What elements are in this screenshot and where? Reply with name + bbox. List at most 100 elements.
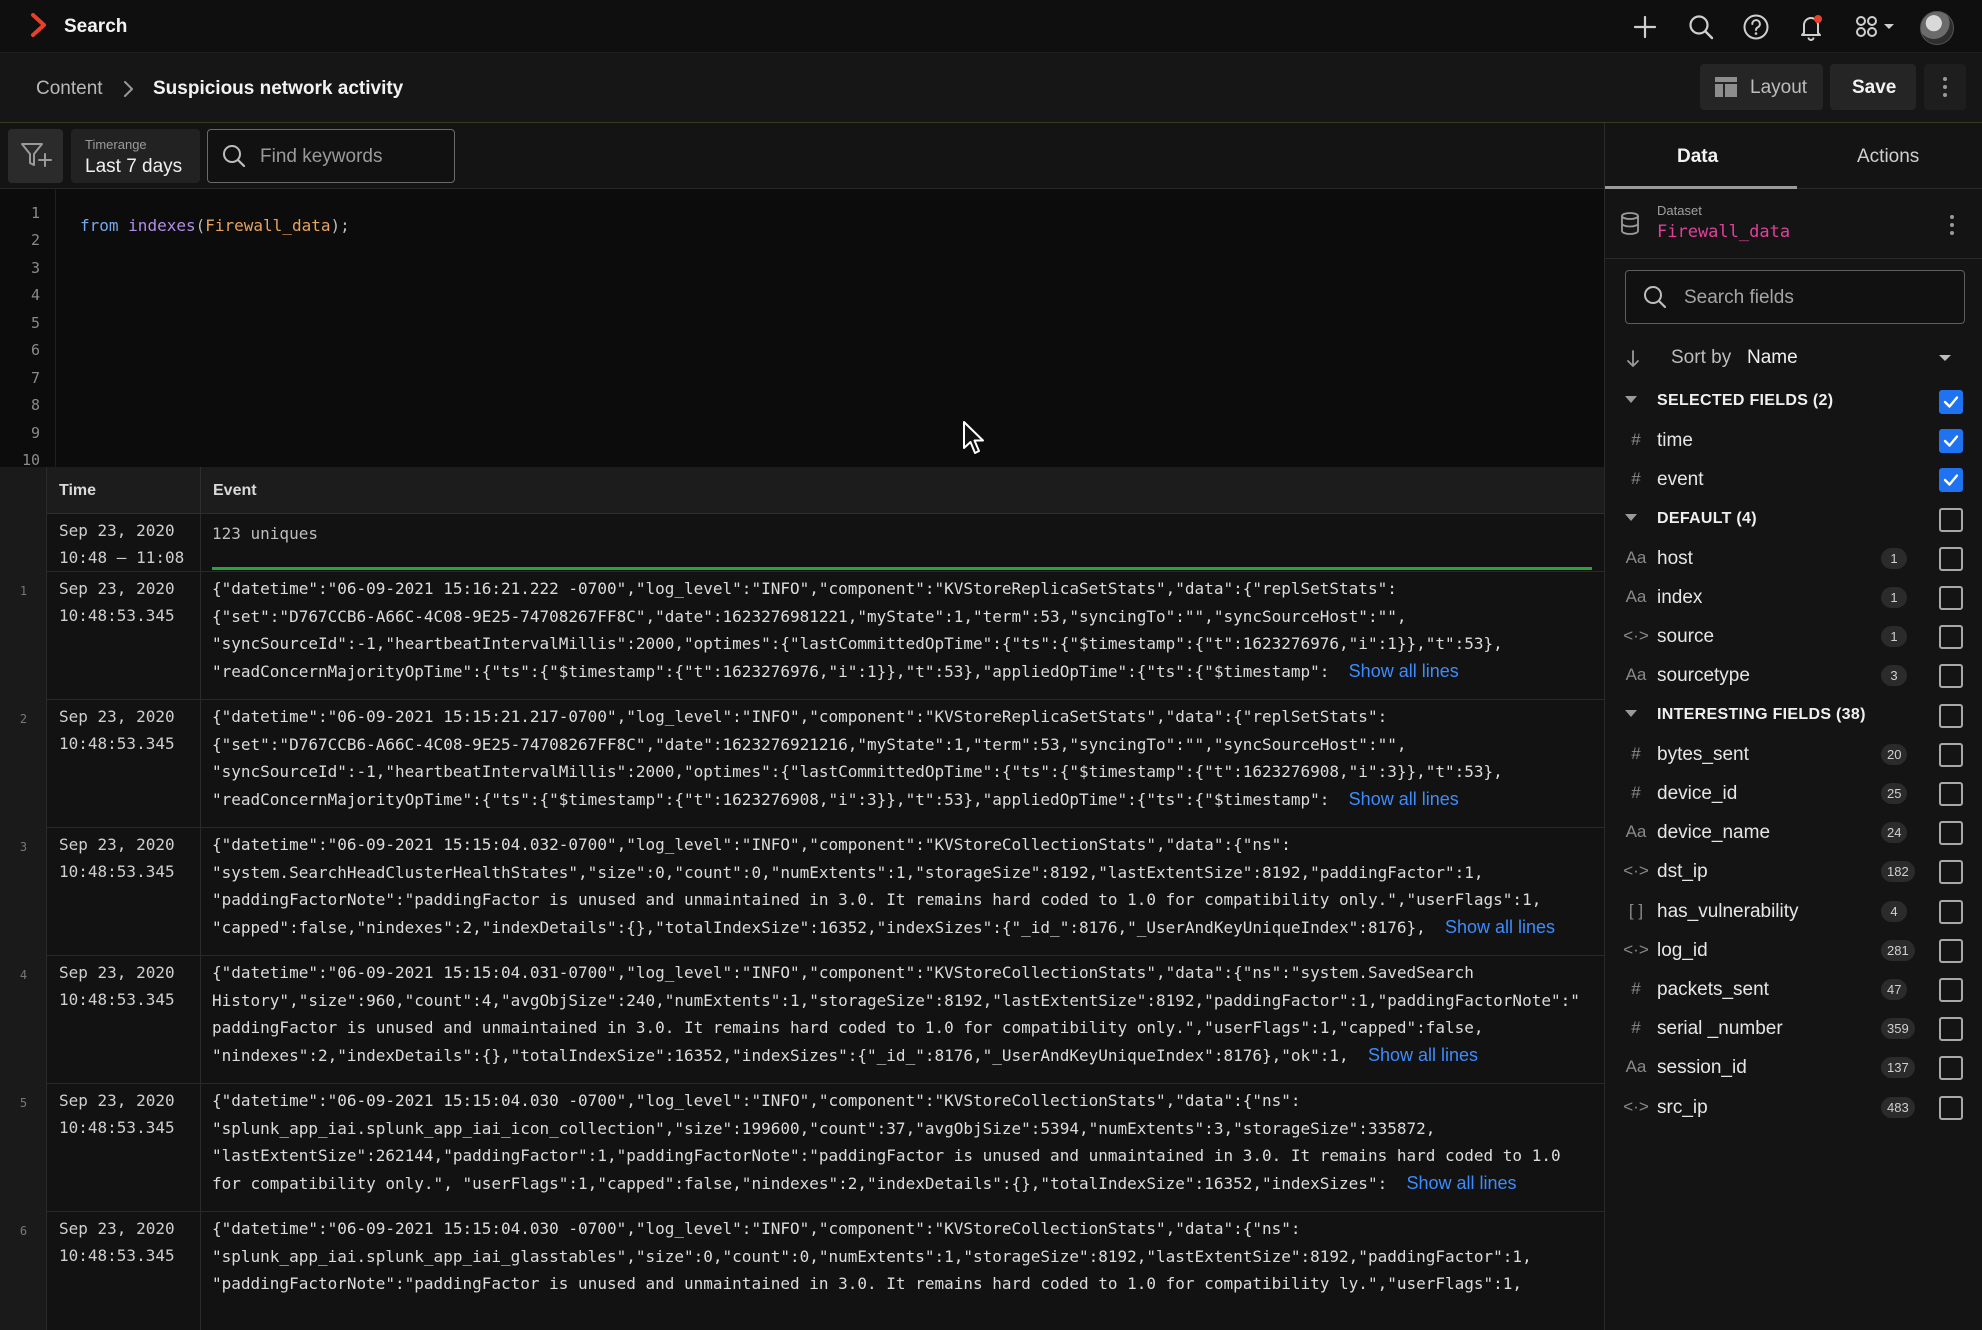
tab-data[interactable]: Data <box>1677 146 1718 168</box>
boolean-type-icon: [ ] <box>1628 900 1644 920</box>
field-name: device_id <box>1657 783 1738 804</box>
event-line: "readConcernMajorityOpTime":{"ts":{"$tim… <box>212 786 1459 814</box>
layout-button[interactable]: Layout <box>1700 64 1823 110</box>
field-count-badge: 137 <box>1881 1057 1915 1079</box>
event-line: "syncSourceId":-1,"heartbeatIntervalMill… <box>212 758 1503 786</box>
apps-grid-icon[interactable] <box>1852 12 1898 42</box>
query-editor[interactable]: 1 2 3 4 5 6 7 8 9 10 from indexes(Firewa… <box>0 189 1604 469</box>
field-name: sourcetype <box>1657 665 1750 687</box>
string-type-icon: Aa <box>1625 547 1647 567</box>
field-checkbox[interactable] <box>1939 546 1963 571</box>
event-text: {"set":"D767CCB6-A66C-4C08-9E25-74708267… <box>212 734 1407 754</box>
show-all-lines-link[interactable]: Show all lines <box>1349 661 1459 681</box>
breadcrumb-bar: Content Suspicious network activity Layo… <box>0 53 1982 123</box>
keyword-search-input[interactable] <box>260 144 445 170</box>
tab-actions[interactable]: Actions <box>1857 146 1919 168</box>
field-name: session_id <box>1657 1057 1747 1079</box>
arrow-down-icon[interactable] <box>1625 349 1641 369</box>
field-checkbox[interactable] <box>1939 860 1963 885</box>
field-count-badge: 1 <box>1881 587 1907 608</box>
add-icon[interactable] <box>1630 12 1660 42</box>
show-all-lines-link[interactable]: Show all lines <box>1349 789 1459 809</box>
event-line: {"datetime":"06-09-2021 15:15:04.031-070… <box>212 959 1474 987</box>
row-date: Sep 23, 2020 <box>59 835 175 854</box>
field-name: log_id <box>1657 939 1708 961</box>
field-checkbox[interactable] <box>1939 899 1963 924</box>
timerange-value: Last 7 days <box>85 156 183 177</box>
field-checkbox[interactable] <box>1939 1095 1963 1120</box>
help-icon[interactable] <box>1741 12 1771 42</box>
user-avatar[interactable] <box>1920 11 1954 45</box>
timerange-picker[interactable]: Timerange Last 7 days <box>71 129 200 183</box>
line-number: 7 <box>30 369 40 387</box>
kebab-menu-icon[interactable] <box>1949 213 1955 237</box>
row-date: Sep 23, 2020 <box>59 963 175 982</box>
row-number: 4 <box>19 968 28 982</box>
caret-down-icon[interactable] <box>1623 511 1639 525</box>
field-checkbox[interactable] <box>1939 782 1963 806</box>
add-filter-button[interactable] <box>8 129 63 183</box>
event-line: {"datetime":"06-09-2021 15:15:04.032-070… <box>212 831 1291 859</box>
mouse-cursor-icon <box>962 420 986 456</box>
show-all-lines-link[interactable]: Show all lines <box>1445 917 1555 937</box>
search-fields-box[interactable] <box>1625 270 1965 324</box>
ip-type-icon: <·> <box>1623 1096 1649 1116</box>
table-row[interactable]: 5 Sep 23, 2020 10:48:53.345 {"datetime":"06… <box>20 1084 1604 1212</box>
search-icon[interactable] <box>1686 12 1716 42</box>
ip-type-icon: <·> <box>1623 939 1649 959</box>
column-header-time[interactable]: Time <box>59 482 96 500</box>
caret-down-icon[interactable] <box>1623 707 1639 721</box>
breadcrumb-content-link[interactable]: Content <box>36 78 103 100</box>
row-number: 6 <box>19 1224 28 1238</box>
timerange-caption: Timerange <box>85 137 147 152</box>
section-checkbox[interactable] <box>1939 507 1963 532</box>
field-checkbox[interactable] <box>1939 1017 1963 1042</box>
section-checkbox[interactable] <box>1939 390 1963 414</box>
keyword-search-box[interactable] <box>207 129 455 183</box>
event-text: "capped":false,"nindexes":2,"indexDetail… <box>212 917 1445 937</box>
column-header-event[interactable]: Event <box>213 482 257 500</box>
notifications-bell-icon[interactable] <box>1796 12 1826 42</box>
table-row[interactable]: 2 Sep 23, 2020 10:48:53.345 {"datetime":"06… <box>20 700 1604 828</box>
row-date: Sep 23, 2020 <box>59 1219 175 1238</box>
show-all-lines-link[interactable]: Show all lines <box>1368 1045 1478 1065</box>
field-checkbox[interactable] <box>1939 1056 1963 1081</box>
sort-value: Name <box>1747 347 1798 368</box>
event-line: "splunk_app_iai.splunk_app_iai_icon_coll… <box>212 1115 1435 1143</box>
event-text: paddingFactor is unused and unmaintained… <box>212 1018 1484 1037</box>
caret-down-icon[interactable] <box>1623 393 1639 407</box>
field-checkbox[interactable] <box>1939 586 1963 610</box>
field-checkbox[interactable] <box>1939 821 1963 846</box>
field-checkbox[interactable] <box>1939 978 1963 1002</box>
field-checkbox[interactable] <box>1939 468 1963 493</box>
field-checkbox[interactable] <box>1939 664 1963 689</box>
table-row[interactable]: 4 Sep 23, 2020 10:48:53.345 {"datetime":"06… <box>20 956 1604 1084</box>
event-text: "readConcernMajorityOpTime":{"ts":{"$tim… <box>212 789 1349 809</box>
field-checkbox[interactable] <box>1939 742 1963 767</box>
code-line-1[interactable]: from indexes(Firewall_data); <box>80 216 350 235</box>
save-button[interactable]: Save <box>1830 64 1916 110</box>
chevron-down-icon[interactable] <box>1937 353 1953 363</box>
field-checkbox[interactable] <box>1939 625 1963 650</box>
brand-chevron-icon[interactable] <box>28 12 50 38</box>
column-divider <box>200 467 201 514</box>
row-time: 10:48:53.345 <box>59 1118 175 1137</box>
sort-control[interactable]: Sort by Name <box>1605 337 1982 377</box>
table-row[interactable]: 1 Sep 23, 2020 10:48:53.345 {"datetime":"06… <box>20 572 1604 700</box>
field-checkbox[interactable] <box>1939 429 1963 454</box>
table-row[interactable]: 3 Sep 23, 2020 10:48:53.345 {"datetime":"06… <box>20 828 1604 956</box>
event-line: for compatibility only.", "userFlags":1,… <box>212 1170 1517 1198</box>
code-punctuation: ); <box>330 216 350 235</box>
field-name: event <box>1657 469 1704 491</box>
field-checkbox[interactable] <box>1939 938 1963 963</box>
search-fields-input[interactable] <box>1684 285 1954 311</box>
app-title: Search <box>64 16 128 37</box>
section-checkbox[interactable] <box>1939 703 1963 728</box>
show-all-lines-link[interactable]: Show all lines <box>1406 1173 1516 1193</box>
dataset-selector[interactable]: Dataset Firewall_data <box>1605 189 1982 259</box>
more-options-button[interactable] <box>1924 64 1966 110</box>
table-row[interactable]: 6 Sep 23, 2020 10:48:53.345 {"datetime":"06… <box>20 1212 1604 1330</box>
field-row[interactable]: <·> src_ip 483 <box>1605 1083 1982 1132</box>
line-number: 1 <box>30 204 40 222</box>
field-count-badge: 3 <box>1881 665 1907 687</box>
